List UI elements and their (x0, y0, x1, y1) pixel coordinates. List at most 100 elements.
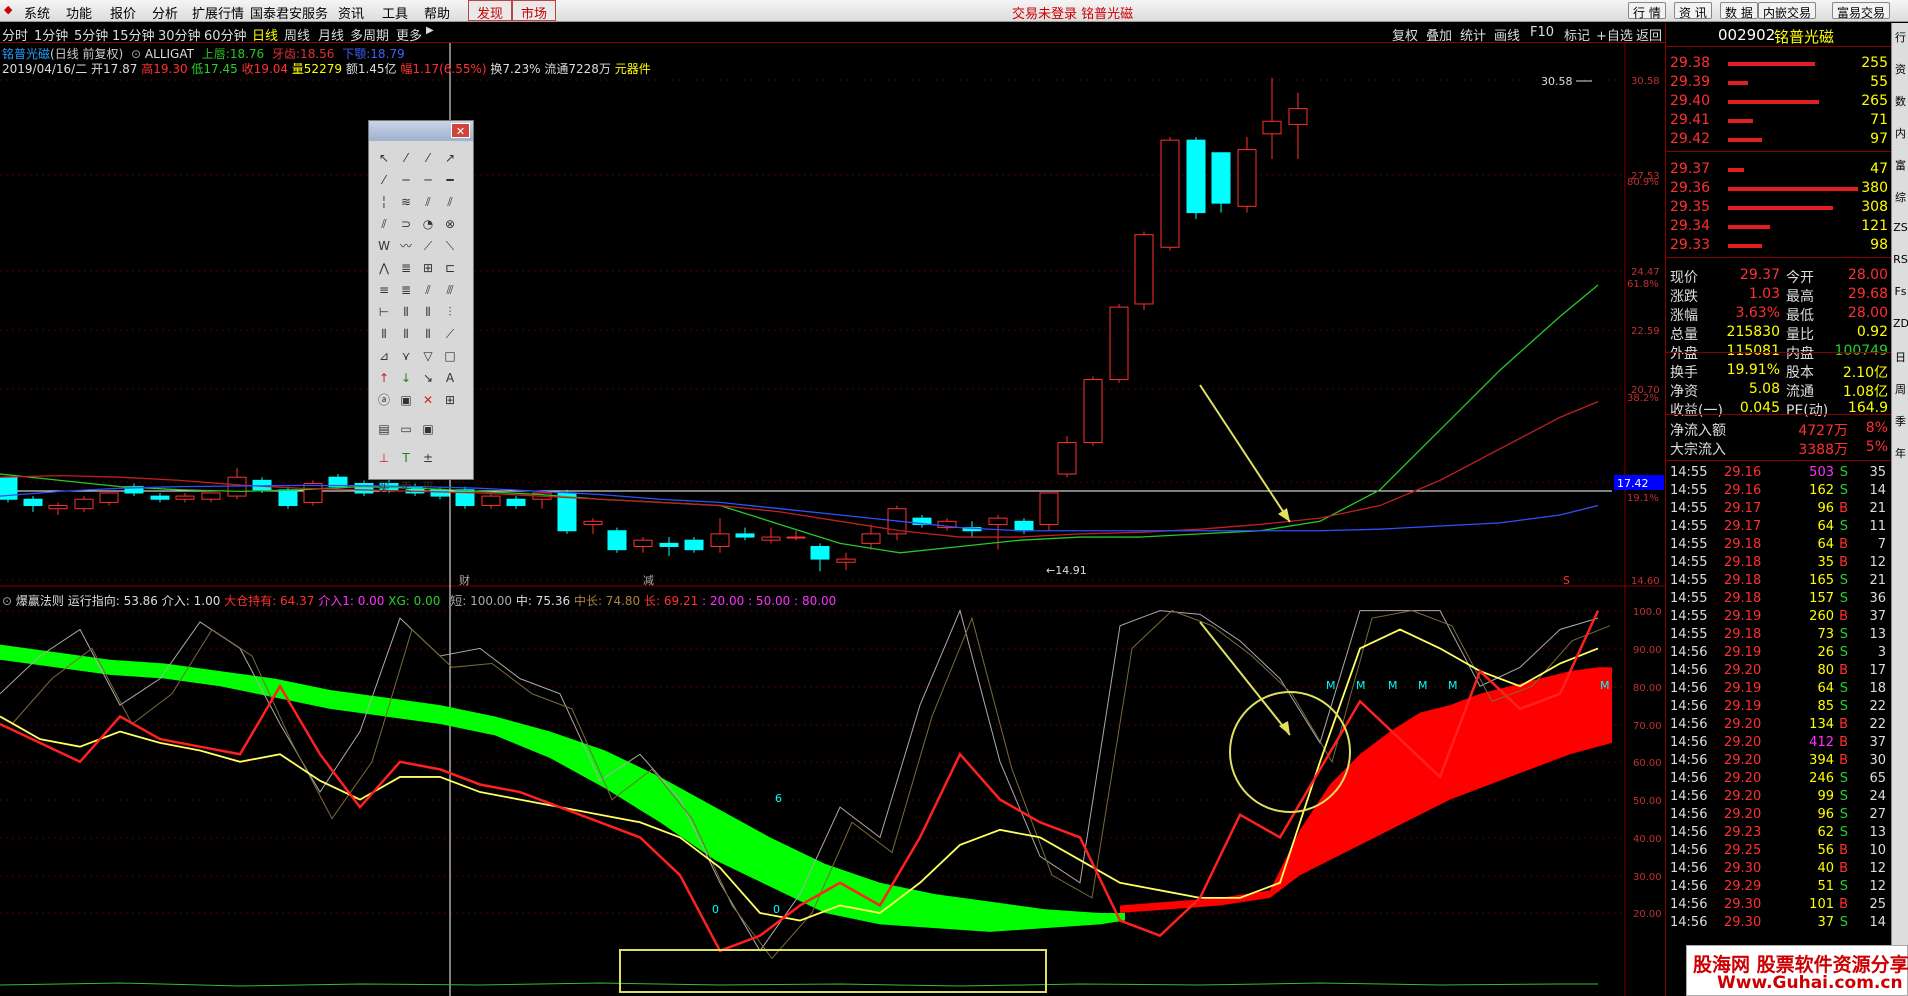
gear-icon[interactable]: ⊙ (131, 47, 141, 61)
side-tab[interactable]: 行 (1893, 29, 1908, 45)
draw-tool-icon[interactable]: ⦀ (395, 323, 417, 345)
period-tab-weekly[interactable]: 周线 (284, 25, 310, 44)
draw-tool-icon[interactable]: 〰 (395, 235, 417, 257)
draw-tool-icon[interactable]: ▽ (417, 345, 439, 367)
period-tab-5min[interactable]: 5分钟 (74, 25, 108, 44)
draw-tool-icon[interactable]: ⊢ (373, 301, 395, 323)
side-tab[interactable]: 日 (1893, 349, 1908, 365)
side-tab[interactable]: 内 (1893, 125, 1908, 141)
draw-tool-icon[interactable]: ⦀ (373, 323, 395, 345)
menu-tools[interactable]: 工具 (382, 3, 408, 22)
news-button[interactable]: 资 讯 (1674, 2, 1712, 20)
draw-tool-icon[interactable]: 平 (417, 476, 439, 498)
side-tab[interactable]: 综 (1893, 189, 1908, 205)
draw-tool-icon[interactable]: ⫴ (395, 301, 417, 323)
embedded-trade-button[interactable]: 内嵌交易 (1758, 2, 1817, 20)
toolbar-back[interactable]: 返回 (1636, 25, 1662, 44)
side-tab[interactable]: 富 (1893, 157, 1908, 173)
indicator-settings-icon[interactable]: ⊙ (2, 594, 12, 608)
period-tab-monthly[interactable]: 月线 (318, 25, 344, 44)
draw-tool-icon[interactable]: ⋀ (373, 257, 395, 279)
draw-tool-icon[interactable]: ⫽ (373, 213, 395, 235)
draw-tool-icon[interactable]: ≋ (395, 191, 417, 213)
draw-tool-icon[interactable]: ⋎ (395, 345, 417, 367)
draw-tool-icon[interactable]: ⫽ (417, 191, 439, 213)
toolbar-f10[interactable]: F10 (1530, 25, 1554, 40)
draw-tool-icon[interactable]: ⫽ (439, 191, 461, 213)
draw-tool-icon[interactable]: ⟋ (417, 235, 439, 257)
draw-tool-icon[interactable]: A (439, 367, 461, 389)
draw-tool-icon[interactable]: ⦀ (417, 323, 439, 345)
draw-tool-icon[interactable]: ◔ (417, 213, 439, 235)
draw-tool-icon[interactable]: ▣ (417, 418, 439, 440)
side-tab[interactable]: 年 (1893, 445, 1908, 461)
toolbar-mark[interactable]: 标记 (1564, 25, 1590, 44)
toolbar-overlay[interactable]: 叠加 (1426, 25, 1452, 44)
draw-tool-icon[interactable]: ≣ (395, 279, 417, 301)
draw-tool-icon[interactable]: ⟍ (439, 235, 461, 257)
period-tab-60min[interactable]: 60分钟 (204, 25, 247, 44)
draw-tool-icon[interactable]: ≣ (395, 257, 417, 279)
side-tab[interactable]: 周 (1893, 381, 1908, 397)
draw-tool-icon[interactable]: ╎ (373, 191, 395, 213)
draw-tool-icon[interactable]: ⊞ (439, 389, 461, 411)
draw-tool-icon[interactable]: ≡ (373, 279, 395, 301)
draw-tool-icon[interactable]: ↖ (373, 147, 395, 169)
draw-tool-icon[interactable] (439, 440, 461, 462)
toolbar-draw[interactable]: 画线 (1494, 25, 1520, 44)
draw-tool-icon[interactable]: ⫴ (417, 301, 439, 323)
menu-analysis[interactable]: 分析 (152, 3, 178, 22)
draw-tool-icon[interactable]: ⫽ (417, 279, 439, 301)
side-tab[interactable]: RS (1893, 253, 1908, 266)
period-tab-daily[interactable]: 日线 (252, 25, 278, 44)
draw-tool-icon[interactable]: ↓ (395, 367, 417, 389)
draw-tool-icon[interactable]: ⊥ (373, 447, 395, 469)
draw-tool-icon[interactable]: ↗ (439, 147, 461, 169)
period-tab-30min[interactable]: 30分钟 (158, 25, 201, 44)
toolbar-restore-rights[interactable]: 复权 (1392, 25, 1418, 44)
draw-tool-icon[interactable]: ↘ (417, 367, 439, 389)
draw-tool-icon[interactable]: ⁄ (373, 169, 395, 191)
draw-tool-icon[interactable]: ⊗ (439, 213, 461, 235)
side-tab[interactable]: ZD (1893, 317, 1908, 330)
period-tab-multi[interactable]: 多周期 (350, 25, 389, 44)
draw-tool-icon[interactable]: ⫻ (439, 279, 461, 301)
draw-tool-icon[interactable]: ✕ (417, 389, 439, 411)
period-tab-15min[interactable]: 15分钟 (112, 25, 155, 44)
toolbox-titlebar[interactable]: ✕ (369, 121, 473, 141)
draw-tool-icon[interactable]: ↑ (373, 367, 395, 389)
draw-tool-icon[interactable]: ─ (417, 169, 439, 191)
draw-tool-icon[interactable]: ━ (439, 169, 461, 191)
close-icon[interactable]: ✕ (451, 123, 470, 138)
menu-news[interactable]: 资讯 (338, 3, 364, 22)
draw-tool-icon[interactable]: T (395, 447, 417, 469)
rich-trade-button[interactable]: 富易交易 (1832, 2, 1891, 20)
draw-tool-icon[interactable]: ⁄ (395, 147, 417, 169)
period-tab-1min[interactable]: 1分钟 (34, 25, 68, 44)
menu-system[interactable]: 系统 (24, 3, 50, 22)
draw-tool-icon[interactable]: 买 (373, 476, 395, 498)
draw-tool-icon[interactable]: ± (417, 447, 439, 469)
data-button[interactable]: 数 据 (1720, 2, 1758, 20)
draw-tool-icon[interactable]: ⟋ (439, 323, 461, 345)
menu-market[interactable]: 市场 (512, 0, 557, 22)
draw-tool-icon[interactable]: ⊞ (417, 257, 439, 279)
draw-tool-icon[interactable]: ⫶ (439, 301, 461, 323)
draw-tool-icon[interactable]: □ (439, 345, 461, 367)
draw-tool-icon[interactable]: ⁄ (417, 147, 439, 169)
draw-tool-icon[interactable]: ▣ (395, 389, 417, 411)
draw-tool-icon[interactable]: ▭ (395, 418, 417, 440)
side-tab[interactable]: 数 (1893, 93, 1908, 109)
menu-discover[interactable]: 发现 (468, 0, 513, 22)
draw-tool-icon[interactable]: 卖 (395, 476, 417, 498)
menu-help[interactable]: 帮助 (424, 3, 450, 22)
period-tab-more[interactable]: 更多 (396, 25, 422, 44)
draw-tool-icon[interactable]: ⊃ (395, 213, 417, 235)
drawing-toolbox[interactable]: ✕ ↖ ⁄ ⁄ ↗⁄ ─ ─ ━╎ ≋ ⫽ ⫽⫽ ⊃ ◔ ⊗W 〰 ⟋ ⟍⋀ ≣ ⊞ ⊏≡ ≣ ⫽ ⫻⊢ ⫴ ⫴ ⫶⦀ ⦀ ⦀ ⟋⊿ ⋎… (368, 120, 474, 494)
toolbar-statistics[interactable]: 统计 (1460, 25, 1486, 44)
draw-tool-icon[interactable] (439, 411, 461, 433)
stock-chart[interactable]: 30.5827.5324.4722.5920.7017.4214.6080.9%… (0, 43, 1665, 996)
period-tab-timeshare[interactable]: 分时 (2, 25, 28, 44)
draw-tool-icon[interactable]: ⓐ (373, 389, 395, 411)
draw-tool-icon[interactable]: ▤ (373, 418, 395, 440)
